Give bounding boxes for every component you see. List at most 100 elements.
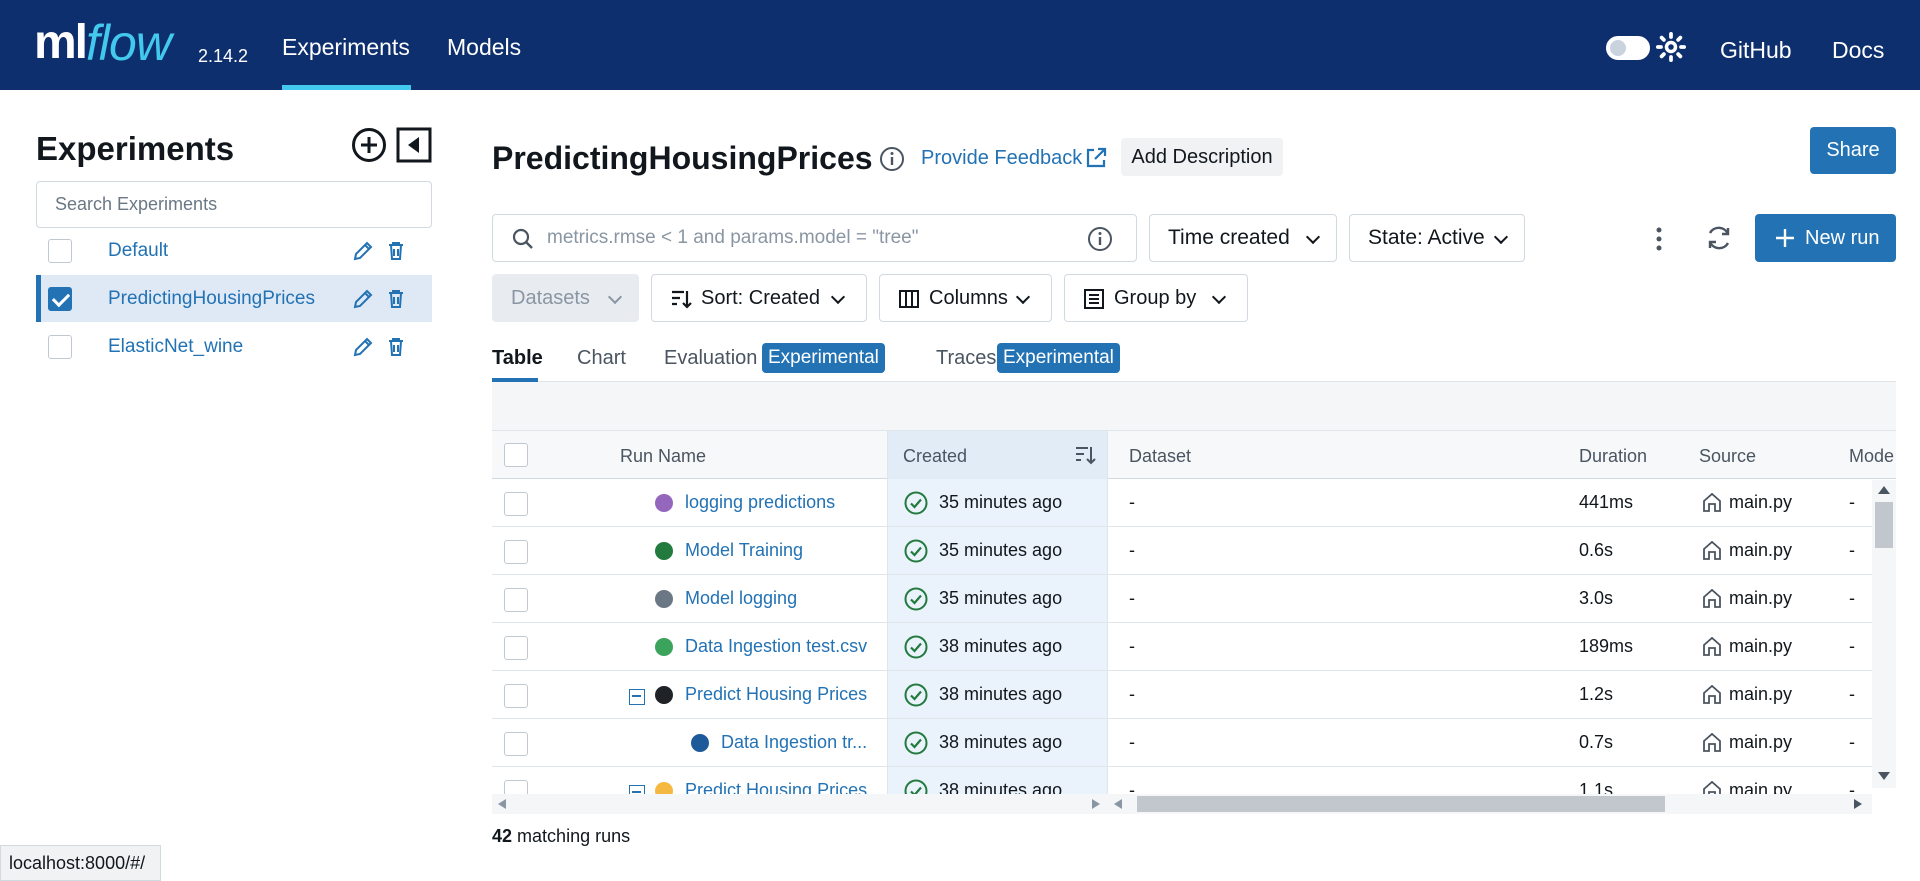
horizontal-scrollbar[interactable]	[492, 794, 1872, 814]
scroll-left-arrow-icon[interactable]	[498, 799, 506, 809]
run-color-dot[interactable]	[655, 542, 673, 560]
header-run-name[interactable]: Run Name	[620, 446, 706, 467]
nav-experiments[interactable]: Experiments	[282, 34, 410, 61]
info-icon[interactable]	[1087, 226, 1113, 252]
datasets-dropdown[interactable]: Datasets	[492, 274, 639, 322]
search-icon	[512, 228, 533, 249]
source-link[interactable]: main.py	[1729, 732, 1792, 753]
header-dataset[interactable]: Dataset	[1129, 446, 1191, 467]
info-icon[interactable]	[879, 146, 905, 172]
more-options-icon[interactable]	[1655, 227, 1663, 251]
columns-dropdown[interactable]: Columns	[879, 274, 1052, 322]
row-checkbox[interactable]	[504, 588, 528, 612]
experiment-checkbox[interactable]	[48, 238, 72, 263]
row-checkbox[interactable]	[504, 540, 528, 564]
header-duration[interactable]: Duration	[1579, 446, 1647, 467]
experiment-item-default[interactable]: Default	[36, 227, 432, 274]
share-button[interactable]: Share	[1810, 127, 1896, 174]
vertical-scrollbar[interactable]	[1872, 480, 1896, 788]
new-run-button[interactable]: New run	[1755, 214, 1896, 262]
add-description-button[interactable]: Add Description	[1121, 138, 1283, 176]
trash-icon[interactable]	[384, 335, 408, 359]
run-name-link[interactable]: logging predictions	[685, 492, 835, 513]
row-checkbox[interactable]	[504, 684, 528, 708]
experiment-item-elasticnet-wine[interactable]: ElasticNet_wine	[36, 323, 432, 370]
table-row[interactable]: Data Ingestion test.csv 38 minutes ago - 18…	[492, 623, 1896, 671]
scroll-right-arrow-icon[interactable]	[1854, 799, 1862, 809]
experiment-label[interactable]: PredictingHousingPrices	[108, 288, 315, 310]
experiment-label[interactable]: Default	[108, 240, 168, 262]
scroll-right-arrow-icon[interactable]	[1092, 799, 1100, 809]
docs-link[interactable]: Docs	[1832, 37, 1884, 64]
source-link[interactable]: main.py	[1729, 636, 1792, 657]
time-created-dropdown[interactable]: Time created	[1149, 214, 1337, 262]
state-dropdown[interactable]: State: Active	[1349, 214, 1525, 262]
header-model[interactable]: Mode	[1849, 446, 1894, 467]
vertical-scroll-thumb[interactable]	[1875, 502, 1893, 548]
pencil-icon[interactable]	[351, 239, 375, 263]
experiment-checkbox[interactable]	[48, 286, 72, 311]
duration-cell: 0.7s	[1579, 732, 1614, 752]
source-link[interactable]: main.py	[1729, 540, 1792, 561]
source-link[interactable]: main.py	[1729, 588, 1792, 609]
select-all-checkbox[interactable]	[504, 443, 528, 467]
pencil-icon[interactable]	[351, 335, 375, 359]
theme-toggle[interactable]	[1606, 36, 1650, 60]
nav-models[interactable]: Models	[447, 34, 521, 61]
tab-evaluation[interactable]: Evaluation	[664, 347, 757, 370]
columns-icon	[899, 290, 919, 308]
row-checkbox[interactable]	[504, 492, 528, 516]
horizontal-scroll-thumb[interactable]	[1137, 796, 1665, 812]
source-link[interactable]: main.py	[1729, 684, 1792, 705]
sort-dropdown[interactable]: Sort: Created	[651, 274, 867, 322]
add-experiment-icon[interactable]	[351, 127, 387, 163]
collapse-icon[interactable]	[629, 689, 645, 705]
run-color-dot[interactable]	[655, 638, 673, 656]
row-checkbox[interactable]	[504, 636, 528, 660]
header-created-cell[interactable]: Created	[887, 431, 1107, 479]
header-created[interactable]: Created	[903, 446, 967, 467]
group-by-dropdown[interactable]: Group by	[1064, 274, 1248, 322]
search-experiments-input[interactable]: Search Experiments	[36, 181, 432, 228]
sort-icon[interactable]	[1074, 444, 1096, 466]
run-color-dot[interactable]	[691, 734, 709, 752]
run-color-dot[interactable]	[655, 590, 673, 608]
run-color-dot[interactable]	[655, 686, 673, 704]
chevron-down-icon	[607, 289, 623, 305]
trash-icon[interactable]	[384, 239, 408, 263]
table-row[interactable]: logging predictions 35 minutes ago - 441ms m…	[492, 479, 1896, 527]
collapse-sidebar-icon[interactable]	[396, 127, 432, 163]
table-row[interactable]: Data Ingestion tr... 38 minutes ago - 0.7s m…	[492, 719, 1896, 767]
tab-chart[interactable]: Chart	[577, 347, 626, 370]
matching-count-label: matching runs	[517, 826, 631, 846]
github-link[interactable]: GitHub	[1720, 37, 1792, 64]
table-row[interactable]: Model logging 35 minutes ago - 3.0s main.py -	[492, 575, 1896, 623]
source-link[interactable]: main.py	[1729, 492, 1792, 513]
scroll-up-arrow-icon[interactable]	[1878, 486, 1890, 494]
run-name-link[interactable]: Data Ingestion tr...	[721, 732, 867, 753]
provide-feedback-link[interactable]: Provide Feedback	[921, 147, 1082, 170]
table-row[interactable]: Model Training 35 minutes ago - 0.6s main.py…	[492, 527, 1896, 575]
run-search-input[interactable]: metrics.rmse < 1 and params.model = "tre…	[492, 214, 1137, 262]
experiment-checkbox[interactable]	[48, 334, 72, 359]
scroll-left-arrow-icon[interactable]	[1114, 799, 1122, 809]
scroll-down-arrow-icon[interactable]	[1878, 772, 1890, 780]
table-row[interactable]: Predict Housing Prices 38 minutes ago - 1.2…	[492, 671, 1896, 719]
tab-table[interactable]: Table	[492, 347, 543, 370]
row-checkbox[interactable]	[504, 732, 528, 756]
logo-flow-text: flow	[86, 15, 172, 71]
run-color-dot[interactable]	[655, 494, 673, 512]
trash-icon[interactable]	[384, 287, 408, 311]
experiment-label[interactable]: ElasticNet_wine	[108, 336, 243, 358]
run-name-link[interactable]: Model logging	[685, 588, 797, 609]
experiment-item-predictinghousingprices[interactable]: PredictingHousingPrices	[36, 275, 432, 322]
external-link-icon[interactable]	[1083, 145, 1109, 171]
run-name-link[interactable]: Model Training	[685, 540, 803, 561]
refresh-icon[interactable]	[1705, 224, 1733, 252]
pencil-icon[interactable]	[351, 287, 375, 311]
run-name-link[interactable]: Data Ingestion test.csv	[685, 636, 867, 657]
header-source[interactable]: Source	[1699, 446, 1756, 467]
tab-traces[interactable]: Traces	[936, 347, 996, 370]
mlflow-logo[interactable]: ml flow	[34, 12, 172, 74]
run-name-link[interactable]: Predict Housing Prices	[685, 684, 867, 705]
